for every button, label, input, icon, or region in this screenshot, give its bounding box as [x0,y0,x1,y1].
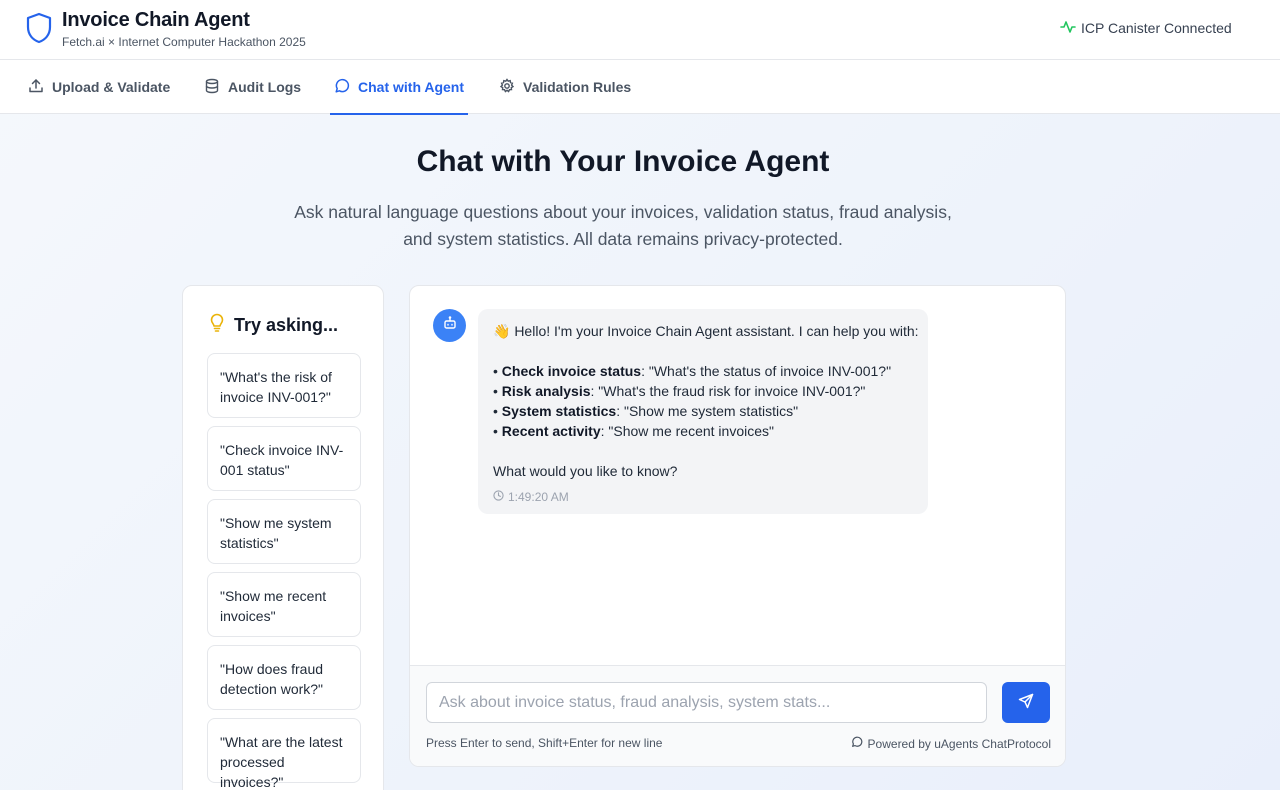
page-description: Ask natural language questions about you… [273,199,973,253]
bullet-label: Check invoice status [501,363,642,379]
powered-by: Powered by uAgents ChatProtocol [851,736,1051,751]
app-subtitle: Fetch.ai × Internet Computer Hackathon 2… [62,35,306,49]
chat-input[interactable] [426,682,987,723]
description-line: and system statistics. All data remains … [403,229,843,249]
message-bullet: • Risk analysis: "What's the fraud risk … [493,383,866,399]
suggestion-chip[interactable]: "Check invoice INV- 001 status" [207,426,361,491]
bullet-label: Risk analysis [501,383,591,399]
message-bullet: • System statistics: "Show me system sta… [493,403,799,419]
tab-bar: Upload & Validate Audit Logs Chat with A… [0,60,1280,115]
suggestion-line: invoices" [220,608,276,624]
agent-message: 👋 Hello! I'm your Invoice Chain Agent as… [478,309,928,514]
tab-label: Upload & Validate [52,79,171,95]
suggestion-line: invoice INV-001?" [220,389,331,405]
tab-validation-rules[interactable]: Validation Rules [499,60,631,114]
suggestion-line: 001 status" [220,462,290,478]
powered-by-text: Powered by uAgents ChatProtocol [867,736,1051,751]
message-circle-icon [334,78,350,97]
message-timestamp: 1:49:20 AM [493,487,913,507]
input-hint: Press Enter to send, Shift+Enter for new… [426,736,663,750]
message-greeting: 👋 Hello! I'm your Invoice Chain Agent as… [493,323,919,339]
suggestion-chip[interactable]: "What are the latest processed invoices?… [207,718,361,790]
bullet-label: Recent activity [501,423,601,439]
clock-icon [493,487,504,507]
suggestions-heading: Try asking... [208,313,338,338]
suggestion-chip[interactable]: "Show me system statistics" [207,499,361,564]
bullet-text: : "Show me system statistics" [616,403,799,419]
bullet-text: : "What's the status of invoice INV-001?… [641,363,892,379]
timestamp-text: 1:49:20 AM [508,490,569,504]
upload-icon [28,78,44,97]
bullet-label: System statistics [501,403,617,419]
suggestion-line: "What's the risk of [220,369,332,385]
message-closing: What would you like to know? [493,463,678,479]
suggestion-line: processed invoices?" [220,754,285,790]
database-icon [204,78,220,97]
chat-panel: 👋 Hello! I'm your Invoice Chain Agent as… [409,285,1066,767]
suggestion-line: "Show me system [220,515,332,531]
bullet-text: : "What's the fraud risk for invoice INV… [590,383,866,399]
suggestion-line: "Show me recent [220,588,327,604]
gear-icon [499,77,515,97]
app-title: Invoice Chain Agent [62,9,250,31]
tab-label: Chat with Agent [358,79,465,95]
tab-label: Audit Logs [228,79,302,95]
suggestions-panel: Try asking... "What's the risk of invoic… [182,285,384,790]
tab-upload-validate[interactable]: Upload & Validate [28,60,170,114]
tab-audit-logs[interactable]: Audit Logs [204,60,301,114]
suggestion-line: statistics" [220,535,279,551]
suggestion-line: detection work?" [220,681,324,697]
activity-icon [1060,19,1076,38]
suggestion-chip[interactable]: "How does fraud detection work?" [207,645,361,710]
send-icon [1018,693,1034,712]
status-text: ICP Canister Connected [1081,20,1232,36]
lightbulb-icon [208,313,226,338]
message-bullet: • Recent activity: "Show me recent invoi… [493,423,774,439]
message-circle-icon [851,736,863,751]
connection-status: ICP Canister Connected [1060,19,1232,37]
app-header: Invoice Chain Agent Fetch.ai × Internet … [0,0,1280,60]
suggestion-line: "What are the latest [220,734,343,750]
bullet-text: : "Show me recent invoices" [600,423,774,439]
tab-chat-with-agent[interactable]: Chat with Agent [329,60,469,115]
suggestion-chip[interactable]: "Show me recent invoices" [207,572,361,637]
bot-avatar [433,309,466,342]
tab-label: Validation Rules [523,79,632,95]
message-bullet: • Check invoice status: "What's the stat… [493,363,892,379]
suggestion-line: "How does fraud [220,661,324,677]
page-title: Chat with Your Invoice Agent [416,145,830,178]
suggestions-heading-text: Try asking... [234,315,339,335]
suggestion-line: "Check invoice INV- [220,442,344,458]
send-button[interactable] [1002,682,1050,723]
suggestion-chip[interactable]: "What's the risk of invoice INV-001?" [207,353,361,418]
chat-input-area: Press Enter to send, Shift+Enter for new… [410,665,1065,766]
bot-icon [442,315,458,336]
description-line: Ask natural language questions about you… [294,202,952,222]
shield-icon [26,12,52,44]
